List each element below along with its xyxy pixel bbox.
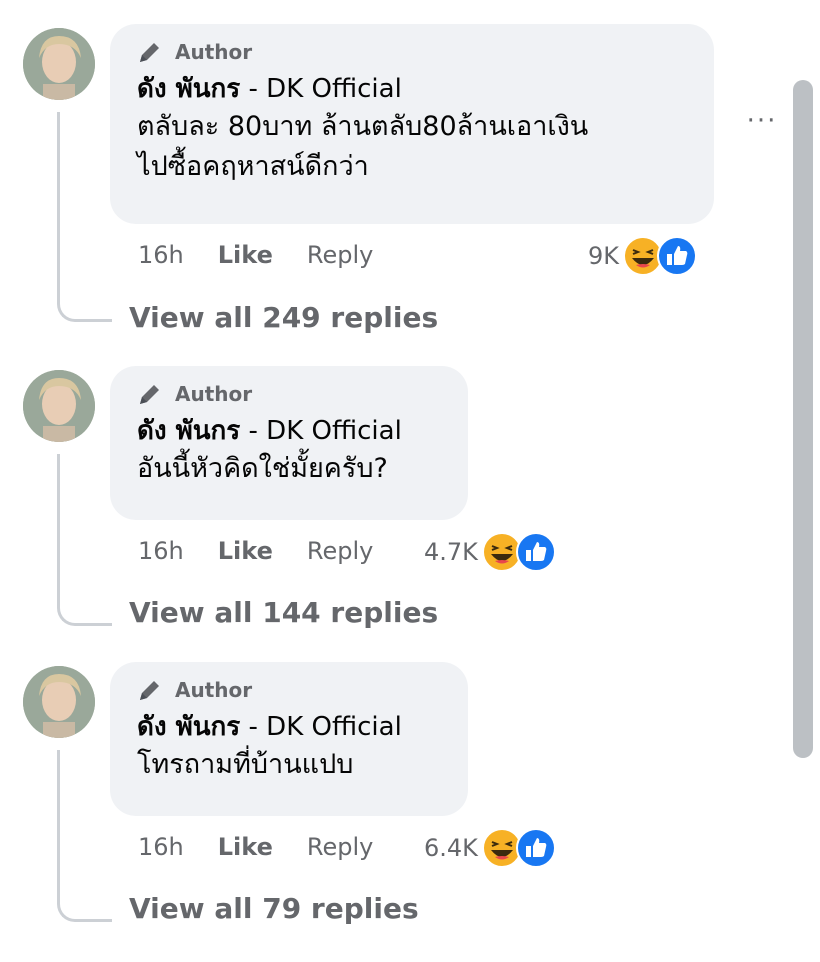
- view-replies-link[interactable]: View all 144 replies: [129, 596, 438, 629]
- like-reaction-icon: [515, 532, 556, 572]
- like-button[interactable]: Like: [218, 537, 273, 565]
- comment: Author ดัง พันกร - DK Official โทรถามที่…: [0, 662, 800, 962]
- thread-line: [57, 750, 112, 922]
- comment-text-line: ไปซื้อคฤหาสน์ดีกว่า: [137, 151, 369, 182]
- pencil-icon: [140, 43, 159, 62]
- comment: Author ดัง พันกร - DK Official ตลับละ 80…: [0, 24, 800, 334]
- thread-line: [57, 112, 112, 322]
- reactions-summary[interactable]: 4.7K: [424, 530, 556, 574]
- commenter-name[interactable]: ดัง พันกร - DK Official: [137, 414, 442, 448]
- author-badge: Author: [137, 382, 442, 406]
- comment-bubble: Author ดัง พันกร - DK Official ตลับละ 80…: [110, 24, 714, 224]
- like-button[interactable]: Like: [218, 241, 273, 269]
- reactions-summary[interactable]: 6.4K: [424, 826, 556, 870]
- reply-button[interactable]: Reply: [307, 833, 373, 861]
- reply-button[interactable]: Reply: [307, 241, 373, 269]
- commenter-name[interactable]: ดัง พันกร - DK Official: [137, 710, 442, 744]
- like-reaction-icon: [657, 236, 698, 276]
- reactions-summary[interactable]: 9K: [588, 234, 698, 278]
- comment-actions: 16h Like Reply: [138, 830, 407, 864]
- comment-text-line: อันนี้หัวคิดใช่มั้ยครับ?: [137, 453, 388, 484]
- author-badge-label: Author: [175, 40, 253, 64]
- reply-button[interactable]: Reply: [307, 537, 373, 565]
- like-button[interactable]: Like: [218, 833, 273, 861]
- timestamp-link[interactable]: 16h: [138, 241, 184, 269]
- avatar[interactable]: [23, 370, 95, 442]
- reaction-count: 4.7K: [424, 538, 478, 566]
- author-badge-label: Author: [175, 678, 253, 702]
- view-replies-link[interactable]: View all 79 replies: [129, 892, 419, 925]
- author-badge: Author: [137, 40, 688, 64]
- avatar[interactable]: [23, 666, 95, 738]
- comment-actions: 16h Like Reply: [138, 238, 407, 272]
- timestamp-link[interactable]: 16h: [138, 537, 184, 565]
- reaction-count: 9K: [588, 242, 620, 270]
- reaction-count: 6.4K: [424, 834, 478, 862]
- thread-line: [57, 454, 112, 626]
- comment-bubble: Author ดัง พันกร - DK Official โทรถามที่…: [110, 662, 468, 816]
- avatar[interactable]: [23, 28, 95, 100]
- comment-text-line: โทรถามที่บ้านแปบ: [137, 749, 354, 780]
- timestamp-link[interactable]: 16h: [138, 833, 184, 861]
- comment-actions: 16h Like Reply: [138, 534, 407, 568]
- author-badge-label: Author: [175, 382, 253, 406]
- comment-bubble: Author ดัง พันกร - DK Official อันนี้หัว…: [110, 366, 468, 520]
- view-replies-link[interactable]: View all 249 replies: [129, 301, 438, 334]
- comment-text-line: ตลับละ 80บาท ล้านตลับ80ล้านเอาเงิน: [137, 111, 589, 142]
- pencil-icon: [140, 385, 159, 404]
- like-reaction-icon: [515, 828, 556, 868]
- comment: Author ดัง พันกร - DK Official อันนี้หัว…: [0, 366, 800, 666]
- pencil-icon: [140, 681, 159, 700]
- commenter-name[interactable]: ดัง พันกร - DK Official: [137, 72, 688, 106]
- author-badge: Author: [137, 678, 442, 702]
